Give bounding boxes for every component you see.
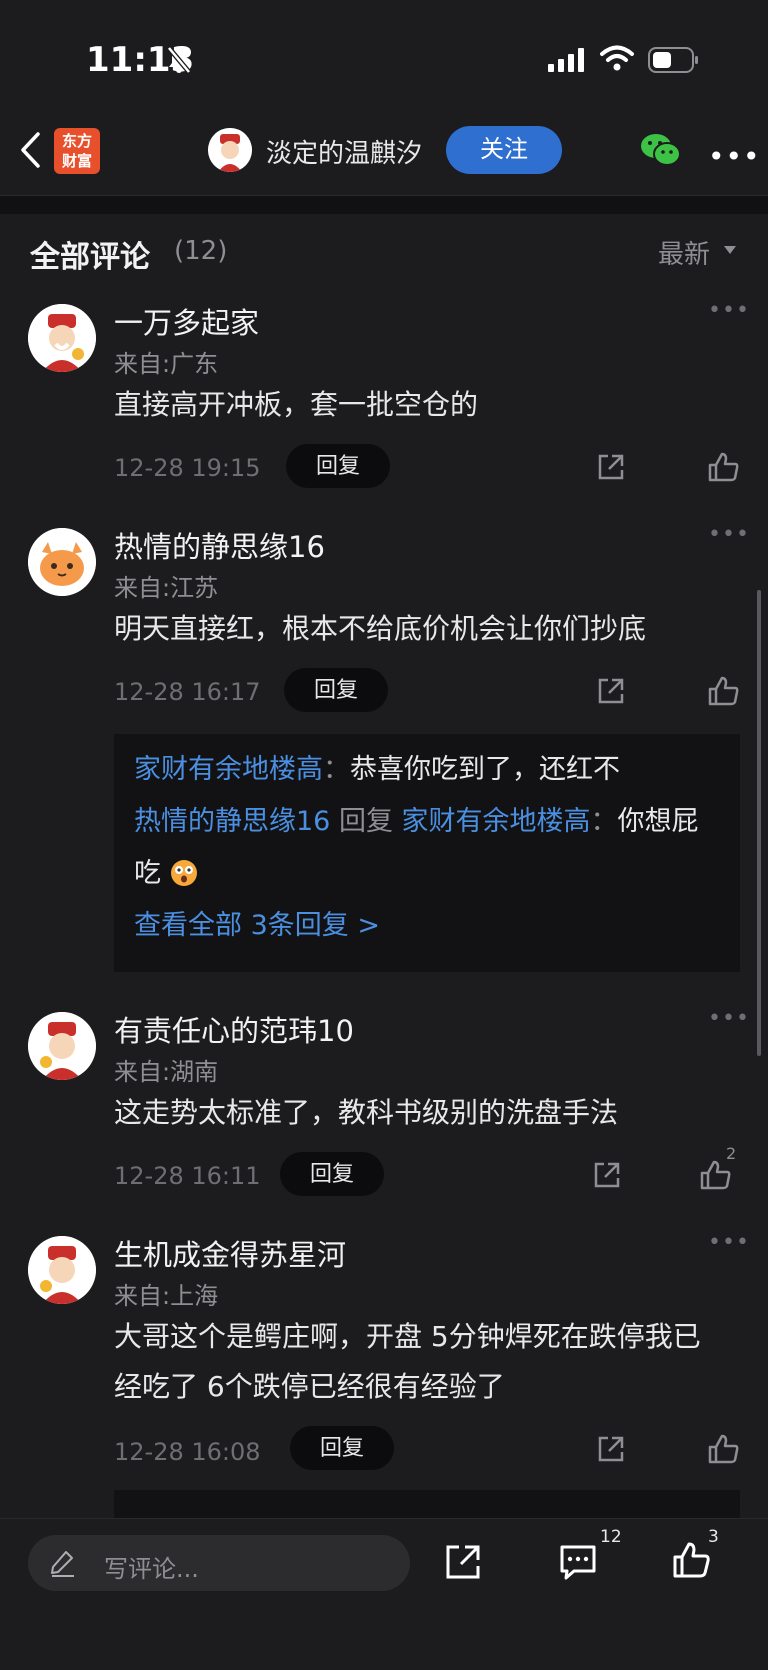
comment-count-badge: 12 — [600, 1527, 622, 1547]
comment-text: 大哥这个是鳄庄啊，开盘 5分钟焊死在跌停我已经吃了 6个跌停已经很有经验了 — [114, 1320, 701, 1403]
nav-bar: 东方 财富 淡定的温麒汐 关注 ••• — [0, 100, 768, 196]
commenter-location: 来自:江苏 — [114, 574, 219, 602]
comment-text: 明天直接红，根本不给底价机会让你们抄底 — [114, 612, 647, 645]
app-logo-line1: 东方 — [61, 132, 92, 150]
share-icon[interactable] — [596, 452, 626, 482]
avatar[interactable] — [28, 1012, 96, 1080]
comment-item: 一万多起家 ••• 来自:广东 直接高开冲板，套一批空仓的 12-28 19:1… — [0, 286, 768, 498]
comment-time: 12-28 16:11 — [114, 1162, 261, 1190]
comment-time: 12-28 16:08 — [114, 1438, 261, 1466]
comment-input-placeholder: 写评论... — [104, 1555, 199, 1583]
comment-icon[interactable] — [558, 1543, 598, 1581]
comment-item: 生机成金得苏星河 ••• 来自:上海 大哥这个是鳄庄啊，开盘 5分钟焊死在跌停我… — [0, 1218, 768, 1480]
comments-header: 全部评论 (12) 最新 — [0, 214, 768, 282]
view-all-replies-link[interactable]: 查看全部 3条回复 > — [134, 900, 720, 952]
comments-count: (12) — [174, 236, 228, 266]
comment-more-icon[interactable]: ••• — [708, 522, 750, 547]
reply-button[interactable]: 回复 — [286, 444, 390, 488]
comment-more-icon[interactable]: ••• — [708, 298, 750, 323]
caret-down-icon[interactable] — [724, 246, 736, 254]
comment-item: 热情的静思缘16 ••• 来自:江苏 明天直接红，根本不给底价机会让你们抄底 1… — [0, 510, 768, 980]
reply-button[interactable]: 回复 — [284, 668, 388, 712]
reply-text: 恭喜你吃到了，还红不 — [350, 754, 620, 785]
reply-verb: 回复 — [330, 806, 402, 837]
app-logo[interactable]: 东方 财富 — [54, 128, 100, 174]
like-icon[interactable] — [708, 1434, 740, 1464]
comment-text: 直接高开冲板，套一批空仓的 — [114, 388, 479, 421]
avatar[interactable] — [28, 304, 96, 372]
more-options-icon[interactable]: ••• — [708, 140, 761, 173]
comments-title: 全部评论 — [30, 240, 150, 275]
comment-time: 12-28 19:15 — [114, 454, 261, 482]
back-arrow-icon[interactable] — [18, 130, 42, 170]
comment-text: 这走势太标准了，教科书级别的洗盘手法 — [114, 1096, 619, 1129]
like-icon[interactable] — [700, 1160, 732, 1190]
commenter-name[interactable]: 热情的静思缘16 — [114, 524, 325, 566]
scrollbar[interactable] — [757, 590, 761, 1056]
avatar[interactable] — [28, 1236, 96, 1304]
reply-target-user[interactable]: 家财有余地楼高 — [402, 806, 591, 837]
follow-button[interactable]: 关注 — [446, 126, 562, 174]
author-name[interactable]: 淡定的温麒汐 — [266, 133, 422, 170]
wifi-icon — [600, 45, 634, 71]
commenter-name[interactable]: 一万多起家 — [114, 300, 259, 342]
commenter-location: 来自:上海 — [114, 1282, 219, 1310]
comment-more-icon[interactable]: ••• — [708, 1006, 750, 1031]
bottom-action-bar: 写评论... 12 3 — [0, 1518, 768, 1670]
commenter-location: 来自:广东 — [114, 350, 219, 378]
sort-dropdown[interactable]: 最新 — [658, 234, 710, 271]
author-avatar[interactable] — [208, 128, 252, 172]
commenter-location: 来自:湖南 — [114, 1058, 219, 1086]
like-count: 2 — [726, 1144, 737, 1163]
avatar[interactable] — [28, 528, 96, 596]
share-icon[interactable] — [596, 1434, 626, 1464]
reply-button[interactable]: 回复 — [290, 1426, 394, 1470]
bell-muted-icon — [167, 46, 191, 74]
wechat-share-icon[interactable] — [640, 132, 682, 168]
dizzy-face-emoji-icon — [170, 860, 197, 886]
comment-item: 有责任心的范玮10 ••• 来自:湖南 这走势太标准了，教科书级别的洗盘手法 1… — [0, 994, 768, 1206]
share-icon[interactable] — [592, 1160, 622, 1190]
commenter-name[interactable]: 生机成金得苏星河 — [114, 1232, 346, 1274]
share-icon[interactable] — [444, 1543, 482, 1581]
like-icon[interactable] — [708, 676, 740, 706]
reply-user[interactable]: 热情的静思缘16 — [134, 806, 330, 837]
reply-button[interactable]: 回复 — [280, 1152, 384, 1196]
share-icon[interactable] — [596, 676, 626, 706]
section-divider — [0, 196, 768, 214]
cellular-signal-icon — [548, 48, 584, 72]
comment-time: 12-28 16:17 — [114, 678, 261, 706]
comment-input[interactable]: 写评论... — [28, 1535, 410, 1591]
like-icon[interactable] — [708, 452, 740, 482]
like-icon[interactable] — [672, 1541, 710, 1579]
reply-item[interactable]: 家财有余地楼高：恭喜你吃到了，还红不 — [134, 744, 720, 796]
status-bar: 11:13 — [0, 0, 768, 100]
battery-icon — [648, 47, 698, 73]
comment-more-icon[interactable]: ••• — [708, 1230, 750, 1255]
replies-box: 家财有余地楼高：恭喜你吃到了，还红不 热情的静思缘16 回复 家财有余地楼高：你… — [114, 734, 740, 972]
reply-item[interactable]: 热情的静思缘16 回复 家财有余地楼高：你想屁吃 — [134, 796, 720, 900]
reply-user[interactable]: 家财有余地楼高 — [134, 754, 323, 785]
commenter-name[interactable]: 有责任心的范玮10 — [114, 1008, 354, 1050]
reply-separator: ： — [323, 754, 350, 785]
app-logo-line2: 财富 — [61, 152, 92, 170]
pencil-icon — [51, 1551, 74, 1577]
like-count-badge: 3 — [708, 1527, 719, 1547]
reply-separator: ： — [590, 806, 618, 837]
